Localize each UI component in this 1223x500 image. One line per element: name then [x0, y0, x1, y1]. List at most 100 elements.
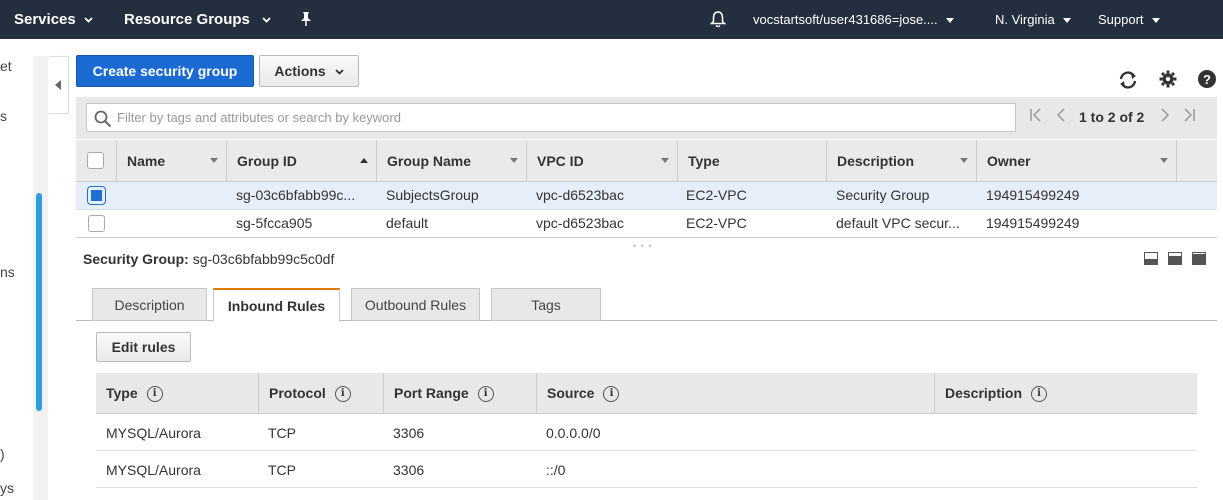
bell-icon[interactable] [709, 0, 727, 39]
account-label: vocstartsoft/user431686=jose.... [753, 12, 938, 27]
info-icon[interactable]: i [334, 386, 351, 403]
actions-button[interactable]: Actions [259, 55, 359, 87]
support-menu[interactable]: Support [1098, 0, 1160, 39]
info-icon[interactable]: i [477, 386, 494, 403]
chevron-left-icon [55, 80, 61, 90]
next-page-icon[interactable] [1161, 108, 1170, 125]
rules-column-type: Type i [96, 373, 258, 414]
column-header-group-id[interactable]: Group ID [226, 140, 376, 182]
select-all-checkbox[interactable] [87, 152, 104, 169]
region-menu[interactable]: N. Virginia [995, 0, 1071, 39]
column-label: Group Name [387, 153, 472, 169]
edit-rules-button[interactable]: Edit rules [96, 332, 191, 362]
cell-vpc-id[interactable]: vpc-d6523bac [536, 187, 671, 203]
sort-down-icon [661, 158, 669, 163]
pin-icon[interactable] [299, 0, 313, 39]
table-row[interactable]: sg-03c6bfabb99c... SubjectsGroup vpc-d65… [76, 182, 1217, 210]
column-label: Group ID [237, 153, 297, 169]
sidebar-item-fragment[interactable]: ns [0, 264, 15, 280]
rule-row: MYSQL/Aurora TCP 3306 0.0.0.0/0 [96, 414, 1197, 451]
rule-protocol: TCP [268, 462, 296, 478]
layout-full-icon[interactable] [1192, 252, 1206, 265]
layout-bottom-icon[interactable] [1144, 252, 1158, 265]
sidebar-scrollbar[interactable] [36, 193, 42, 411]
account-menu[interactable]: vocstartsoft/user431686=jose.... [753, 0, 954, 39]
info-icon[interactable]: i [146, 386, 163, 403]
rules-column-protocol: Protocol i [258, 373, 383, 414]
actions-label: Actions [274, 63, 326, 79]
cell-description: default VPC secur... [836, 215, 960, 231]
rule-source: ::/0 [546, 462, 566, 478]
resource-groups-label: Resource Groups [124, 11, 250, 28]
table-header: Name Group ID Group Name VPC ID Type Des… [76, 140, 1217, 182]
chevron-down-icon [262, 17, 271, 23]
column-label: Protocol [269, 385, 326, 401]
first-page-icon[interactable] [1030, 108, 1042, 125]
cell-vpc-id[interactable]: vpc-d6523bac [536, 215, 671, 231]
tab-inbound-rules[interactable]: Inbound Rules [213, 288, 340, 322]
info-icon[interactable]: i [603, 386, 620, 403]
column-label: Port Range [394, 385, 469, 401]
row-checkbox[interactable] [88, 215, 105, 232]
column-header-type[interactable]: Type [677, 140, 826, 182]
sort-down-icon [210, 158, 218, 163]
sidebar-item-fragment[interactable]: ys [0, 480, 14, 496]
column-header-group-name[interactable]: Group Name [376, 140, 526, 182]
column-header-name[interactable]: Name [116, 140, 226, 182]
tab-description[interactable]: Description [92, 288, 207, 321]
layout-split-icon[interactable] [1168, 252, 1182, 265]
table-row[interactable]: sg-5fcca905 default vpc-d6523bac EC2-VPC… [76, 210, 1217, 238]
sidebar-item-fragment[interactable]: et [0, 58, 12, 74]
column-header-description[interactable]: Description [826, 140, 976, 182]
column-header-owner[interactable]: Owner [976, 140, 1176, 182]
gear-icon[interactable] [1159, 70, 1177, 91]
chevron-down-icon [334, 69, 344, 76]
tab-outbound-rules[interactable]: Outbound Rules [351, 288, 480, 321]
detail-tabs: Description Inbound Rules Outbound Rules… [76, 288, 1217, 322]
services-label: Services [14, 11, 76, 28]
cell-group-id: sg-5fcca905 [236, 215, 313, 231]
search-input[interactable] [117, 107, 997, 128]
panel-resize-handle[interactable]: • • • [633, 241, 652, 251]
rule-port-range: 3306 [393, 462, 425, 478]
info-icon[interactable]: i [1031, 386, 1048, 403]
sidebar-item-fragment[interactable]: ) [0, 446, 5, 462]
refresh-icon[interactable] [1117, 70, 1139, 93]
column-label: Owner [987, 153, 1031, 169]
sort-down-icon [1160, 158, 1168, 163]
svg-text:?: ? [1203, 72, 1211, 87]
column-label: VPC ID [537, 153, 584, 169]
create-security-group-button[interactable]: Create security group [76, 55, 254, 87]
detail-label: Security Group: [83, 251, 189, 267]
resource-groups-menu[interactable]: Resource Groups [124, 0, 271, 39]
cell-owner: 194915499249 [986, 187, 1080, 203]
column-label: Type [106, 385, 138, 401]
rule-port-range: 3306 [393, 425, 425, 441]
row-checkbox[interactable] [87, 186, 106, 205]
cell-description: Security Group [836, 187, 930, 203]
column-label: Type [688, 153, 720, 169]
last-page-icon[interactable] [1183, 108, 1195, 125]
help-icon[interactable]: ? [1198, 70, 1216, 91]
column-header-vpc-id[interactable]: VPC ID [526, 140, 677, 182]
left-sidebar: et s ns ) ys [0, 39, 33, 500]
search-box[interactable] [86, 103, 1016, 132]
cell-group-name: default [386, 215, 429, 231]
rules-header: Type i Protocol i Port Range i Source i Desc… [96, 373, 1197, 414]
collapse-sidebar-button[interactable] [49, 56, 69, 114]
rule-type: MYSQL/Aurora [106, 425, 201, 441]
sidebar-item-fragment[interactable]: s [0, 108, 7, 124]
column-label: Source [547, 385, 595, 401]
previous-page-icon[interactable] [1056, 108, 1065, 125]
chevron-down-icon [1062, 18, 1071, 24]
tab-tags[interactable]: Tags [491, 288, 601, 321]
column-label: Name [127, 153, 166, 169]
detail-value: sg-03c6bfabb99c5c0df [192, 251, 335, 267]
column-label: Description [837, 153, 915, 169]
pagination-label: 1 to 2 of 2 [1079, 109, 1145, 125]
rules-column-port-range: Port Range i [383, 373, 536, 414]
services-menu[interactable]: Services [14, 0, 93, 39]
cell-owner: 194915499249 [986, 215, 1080, 231]
chevron-down-icon [84, 17, 93, 23]
detail-title: Security Group: sg-03c6bfabb99c5c0df [83, 251, 334, 267]
